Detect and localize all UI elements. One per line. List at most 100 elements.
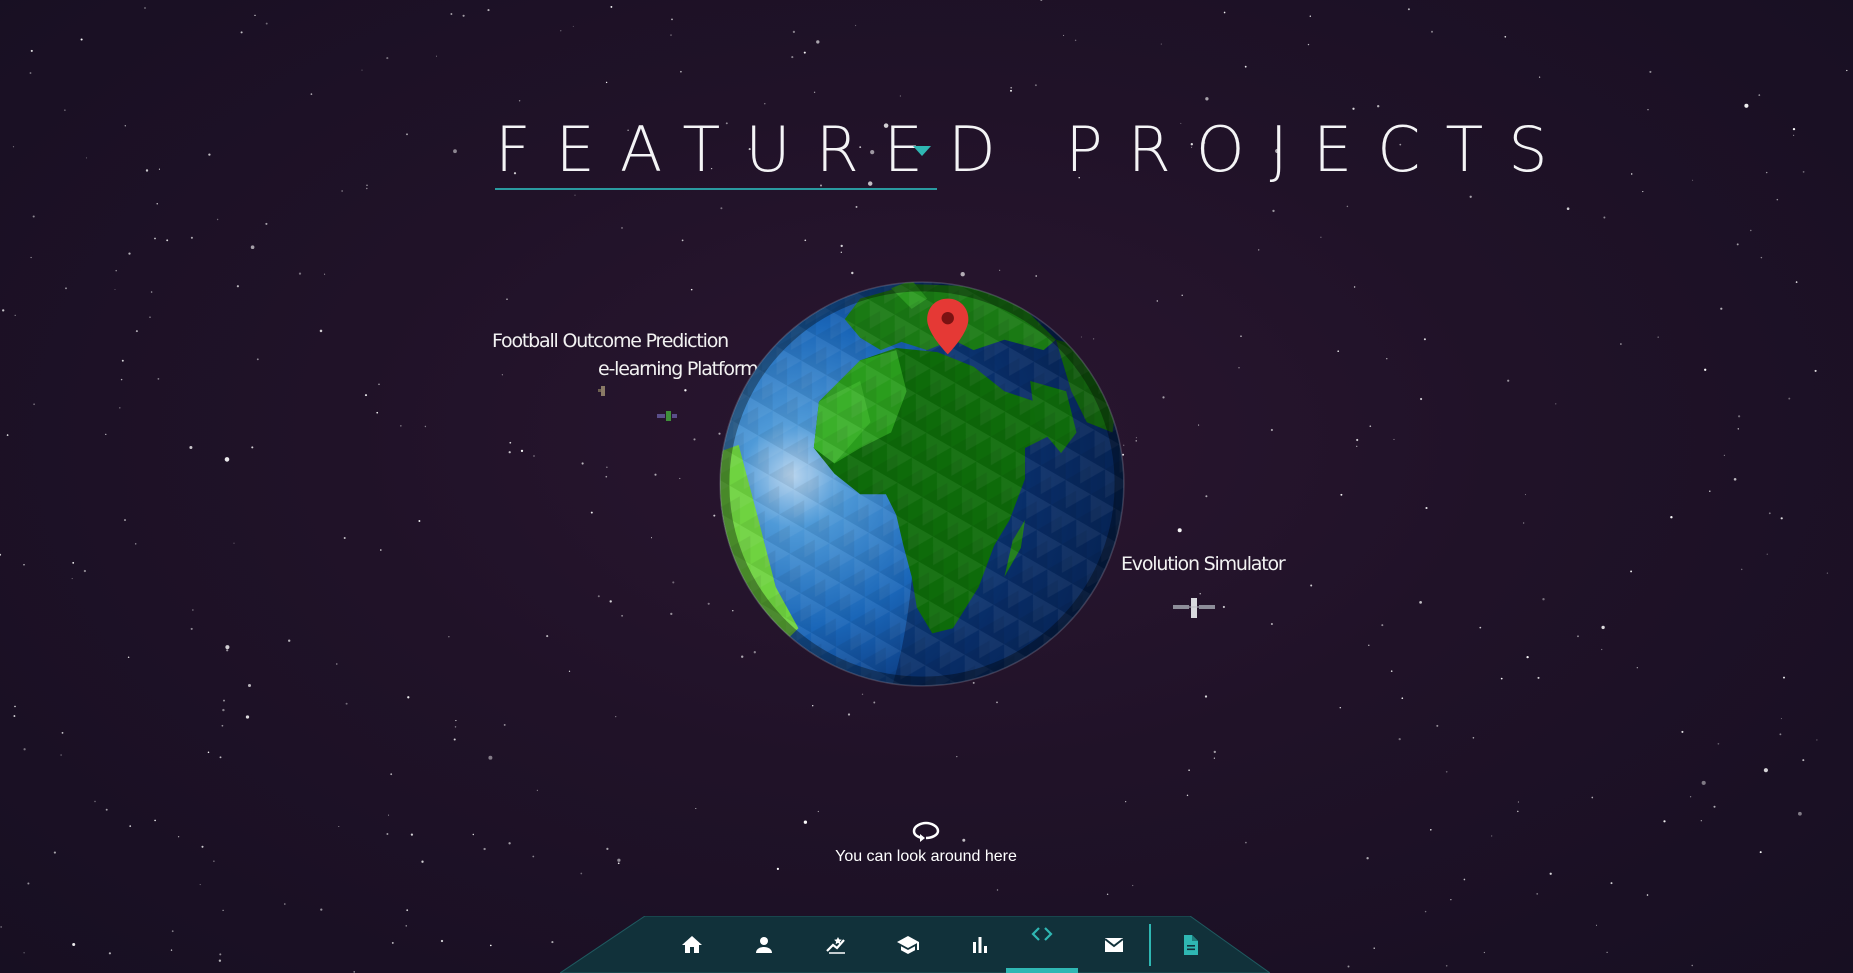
star bbox=[114, 288, 116, 291]
star bbox=[1776, 198, 1779, 201]
star bbox=[791, 56, 794, 59]
star bbox=[166, 239, 169, 242]
star bbox=[1606, 951, 1608, 954]
star bbox=[1765, 171, 1768, 174]
star bbox=[190, 236, 193, 239]
star bbox=[1373, 947, 1375, 949]
star bbox=[1646, 894, 1649, 896]
projects-scene[interactable]: FEATURED PROJECTS Football Outcome Predi… bbox=[0, 0, 1853, 973]
star bbox=[455, 720, 457, 722]
star bbox=[1736, 243, 1739, 246]
star bbox=[177, 836, 180, 838]
star bbox=[1040, 0, 1043, 2]
star bbox=[1390, 670, 1393, 672]
star bbox=[1720, 307, 1723, 310]
star bbox=[1713, 805, 1716, 808]
star bbox=[472, 833, 475, 836]
star bbox=[1663, 820, 1666, 823]
star bbox=[1610, 882, 1613, 885]
star bbox=[489, 944, 492, 947]
section-header: FEATURED PROJECTS bbox=[495, 112, 1548, 202]
star bbox=[679, 477, 681, 480]
star bbox=[189, 445, 193, 450]
project-label-evolution[interactable]: Evolution Simulator bbox=[1121, 553, 1286, 575]
star bbox=[1223, 11, 1226, 14]
star bbox=[1445, 770, 1448, 773]
star bbox=[1307, 43, 1310, 46]
star bbox=[405, 925, 407, 927]
star bbox=[1536, 893, 1539, 895]
satellite-icon[interactable] bbox=[1172, 596, 1216, 620]
star bbox=[483, 847, 486, 851]
star bbox=[1419, 601, 1422, 604]
star bbox=[1549, 872, 1552, 875]
star bbox=[671, 18, 673, 21]
star bbox=[1523, 522, 1525, 524]
nav-home[interactable] bbox=[656, 916, 728, 973]
star bbox=[1689, 796, 1692, 798]
project-label-football[interactable]: Football Outcome Prediction bbox=[492, 330, 729, 352]
star bbox=[154, 819, 156, 822]
star bbox=[1258, 249, 1260, 251]
star bbox=[1222, 605, 1225, 609]
graduation-cap-icon bbox=[897, 935, 919, 954]
nav-about[interactable] bbox=[728, 916, 800, 973]
star bbox=[713, 514, 716, 517]
satellite-icon[interactable] bbox=[596, 384, 610, 398]
star bbox=[0, 553, 2, 556]
star bbox=[1591, 796, 1594, 799]
star bbox=[250, 245, 255, 250]
nav-education[interactable] bbox=[872, 916, 944, 973]
star bbox=[222, 909, 224, 912]
star bbox=[108, 952, 112, 955]
star bbox=[615, 715, 617, 718]
star bbox=[386, 57, 389, 60]
star bbox=[1595, 924, 1598, 926]
star bbox=[213, 860, 215, 862]
star bbox=[1603, 216, 1606, 219]
nav-projects[interactable] bbox=[1006, 916, 1078, 973]
nav-resume[interactable] bbox=[1154, 916, 1226, 973]
star bbox=[418, 520, 421, 522]
star bbox=[503, 723, 506, 726]
star bbox=[149, 316, 151, 318]
star bbox=[1760, 256, 1763, 259]
star bbox=[792, 30, 796, 34]
star bbox=[572, 25, 574, 27]
star bbox=[376, 411, 379, 414]
star bbox=[520, 449, 524, 453]
star bbox=[1814, 369, 1817, 372]
star bbox=[120, 378, 123, 381]
star bbox=[617, 862, 620, 865]
star bbox=[1125, 801, 1127, 803]
star bbox=[60, 754, 62, 756]
star bbox=[1783, 676, 1785, 679]
star bbox=[1577, 635, 1579, 638]
earth-globe[interactable] bbox=[716, 278, 1128, 690]
star bbox=[0, 926, 2, 928]
star bbox=[1507, 379, 1510, 382]
star bbox=[256, 358, 259, 361]
satellite-icon[interactable] bbox=[656, 408, 678, 424]
star bbox=[1424, 910, 1427, 913]
nav-contact[interactable] bbox=[1078, 916, 1150, 973]
star bbox=[1737, 415, 1741, 418]
nav-skills[interactable] bbox=[800, 916, 872, 973]
star bbox=[1802, 759, 1805, 762]
star bbox=[1205, 97, 1209, 101]
star bbox=[171, 930, 174, 933]
star bbox=[378, 383, 380, 386]
star bbox=[226, 649, 229, 652]
star bbox=[851, 271, 854, 275]
star bbox=[135, 330, 138, 333]
star bbox=[1132, 884, 1134, 887]
star bbox=[1270, 428, 1273, 432]
star bbox=[145, 169, 149, 172]
star bbox=[424, 425, 427, 428]
star bbox=[1798, 811, 1802, 816]
star bbox=[532, 855, 535, 858]
star bbox=[1366, 857, 1369, 860]
star bbox=[448, 636, 450, 638]
star bbox=[462, 14, 465, 17]
star bbox=[533, 455, 535, 457]
